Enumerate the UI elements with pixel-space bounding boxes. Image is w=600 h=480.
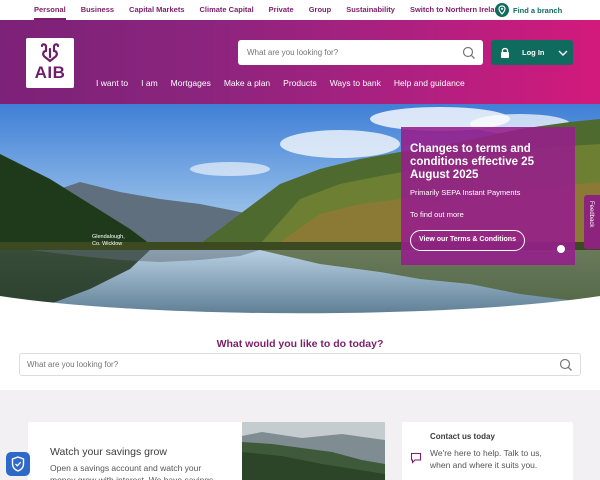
carousel-dot[interactable] xyxy=(557,245,565,253)
find-branch-link[interactable]: Find a branch xyxy=(495,3,562,17)
segment-business[interactable]: Business xyxy=(81,0,114,20)
nav-i-want-to[interactable]: I want to xyxy=(96,78,128,88)
nav-products[interactable]: Products xyxy=(283,78,317,88)
contact-card-title: Contact us today xyxy=(430,432,495,441)
cards-section: Watch your savings grow Open a savings a… xyxy=(0,390,600,480)
quick-search-title: What would you like to do today? xyxy=(216,338,384,350)
top-bar: Personal Business Capital Markets Climat… xyxy=(0,0,600,20)
contact-card-text: We're here to help. Talk to us, when and… xyxy=(430,448,542,470)
login-button[interactable]: Log In xyxy=(491,40,573,65)
promo-subtitle: Primarily SEPA Instant Payments xyxy=(410,188,521,197)
segment-group[interactable]: Group xyxy=(309,0,332,20)
chevron-down-icon xyxy=(558,50,567,56)
view-terms-button[interactable]: View our Terms & Conditions xyxy=(410,230,525,251)
promo-title: Changes to terms and conditions effectiv… xyxy=(410,143,534,181)
nav-help-and-guidance[interactable]: Help and guidance xyxy=(394,78,465,88)
savings-card-text: Open a savings account and watch your mo… xyxy=(50,463,214,480)
nav-ways-to-bank[interactable]: Ways to bank xyxy=(330,78,381,88)
chat-icon xyxy=(410,452,422,464)
savings-card-title: Watch your savings grow xyxy=(50,446,167,458)
logo-text: AIB xyxy=(34,63,66,82)
search-icon[interactable] xyxy=(556,355,576,375)
shield-icon xyxy=(11,456,25,472)
aib-logo[interactable]: AIB xyxy=(26,38,74,88)
segment-northern-ireland[interactable]: Switch to Northern Ireland xyxy=(410,0,504,20)
find-branch-label: Find a branch xyxy=(513,5,563,15)
segment-private[interactable]: Private xyxy=(269,0,294,20)
savings-card-image xyxy=(242,422,385,480)
nav-make-a-plan[interactable]: Make a plan xyxy=(224,78,270,88)
search-icon[interactable] xyxy=(459,43,479,63)
login-label: Log In xyxy=(522,48,545,57)
quick-search-section: What would you like to do today? xyxy=(0,314,600,390)
segment-nav: Personal Business Capital Markets Climat… xyxy=(0,0,519,20)
security-badge[interactable] xyxy=(6,452,30,476)
promo-panel: Changes to terms and conditions effectiv… xyxy=(401,127,575,265)
segment-personal[interactable]: Personal xyxy=(34,1,66,20)
feedback-label: Feedback xyxy=(588,201,594,228)
segment-capital-markets[interactable]: Capital Markets xyxy=(129,0,184,20)
caption-line-1: Glendalough, xyxy=(92,234,125,240)
quick-search-input[interactable] xyxy=(20,360,556,369)
main-nav: I want to I am Mortgages Make a plan Pro… xyxy=(96,78,478,88)
promo-more-text: To find out more xyxy=(410,210,464,219)
hero-caption: Glendalough, Co. Wicklow xyxy=(92,234,125,248)
header-search-input[interactable] xyxy=(238,48,459,57)
segment-climate-capital[interactable]: Climate Capital xyxy=(199,0,253,20)
header: AIB Log In I want to I am Mortgages Make… xyxy=(0,20,600,104)
quick-search[interactable] xyxy=(19,353,581,376)
segment-sustainability[interactable]: Sustainability xyxy=(346,0,395,20)
feedback-tab[interactable]: Feedback xyxy=(584,195,600,249)
caption-line-2: Co. Wicklow xyxy=(92,241,123,247)
location-pin-icon xyxy=(495,3,509,17)
nav-mortgages[interactable]: Mortgages xyxy=(171,78,211,88)
savings-card[interactable]: Watch your savings grow Open a savings a… xyxy=(28,422,385,480)
logo-mark-icon xyxy=(40,43,60,63)
header-search[interactable] xyxy=(238,40,483,65)
contact-card[interactable]: Contact us today We're here to help. Tal… xyxy=(402,422,573,480)
page: Personal Business Capital Markets Climat… xyxy=(0,0,600,480)
lock-icon xyxy=(501,47,509,58)
nav-i-am[interactable]: I am xyxy=(141,78,158,88)
